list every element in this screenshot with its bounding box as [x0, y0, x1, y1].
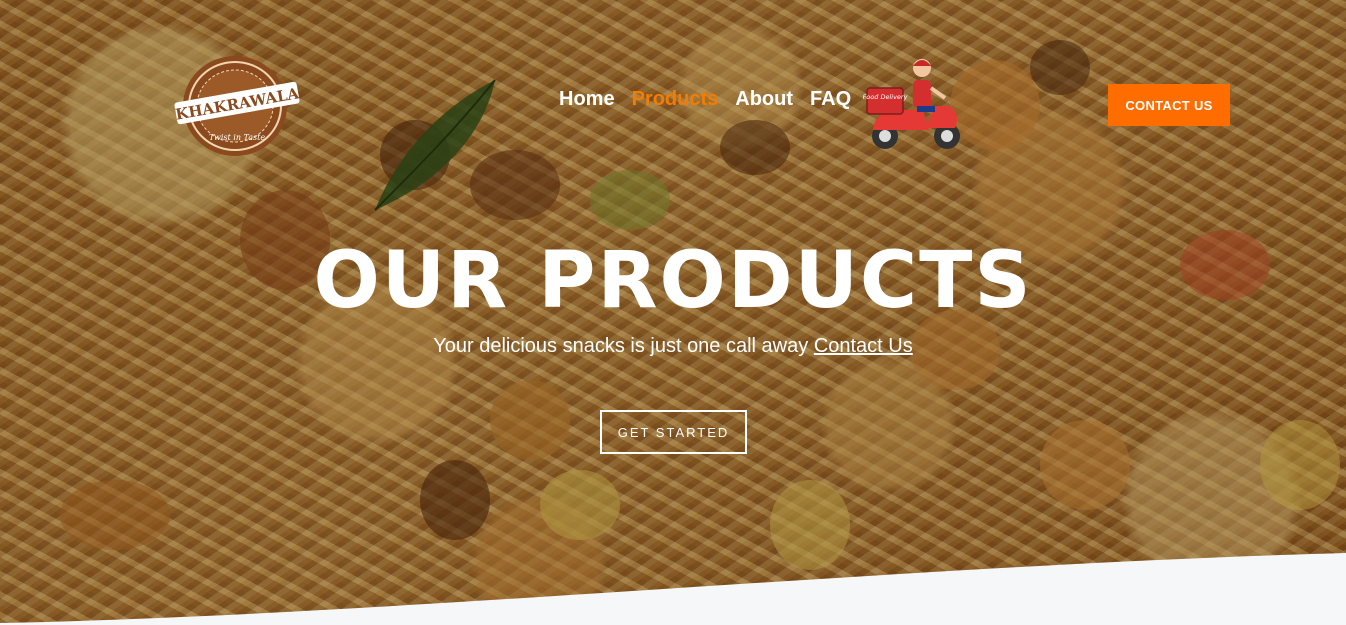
- hero-subtitle-text: Your delicious snacks is just one call a…: [433, 335, 809, 357]
- khakrawala-logo[interactable]: KHAKRAWALA Twist in Taste: [173, 54, 301, 158]
- main-nav: Home Products About FAQ: [559, 88, 851, 111]
- bottom-wave-divider: [0, 553, 1346, 625]
- hero-subtitle: Your delicious snacks is just one call a…: [0, 335, 1346, 358]
- page-title: OUR PRODUCTS: [313, 236, 1033, 326]
- nav-faq[interactable]: FAQ: [810, 88, 851, 111]
- logo-tagline: Twist in Taste: [209, 133, 265, 142]
- hero-section: KHAKRAWALA Twist in Taste Home Products …: [0, 0, 1346, 625]
- delivery-badge-label: Food Delivery: [863, 93, 908, 101]
- contact-us-button[interactable]: CONTACT US: [1108, 84, 1230, 126]
- get-started-button[interactable]: GET STARTED: [600, 410, 747, 454]
- nav-products[interactable]: Products: [632, 88, 719, 111]
- contact-us-link[interactable]: Contact Us: [814, 335, 913, 357]
- delivery-scooter-icon: Food Delivery: [863, 59, 960, 149]
- nav-about[interactable]: About: [735, 88, 793, 111]
- nav-home[interactable]: Home: [559, 88, 615, 111]
